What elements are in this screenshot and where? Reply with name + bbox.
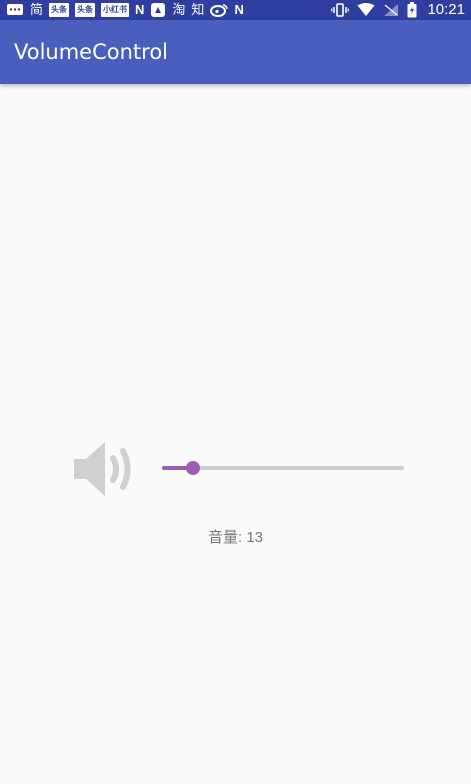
wifi-icon: [357, 2, 375, 18]
vibrate-icon: [331, 2, 350, 18]
app-title: VolumeControl: [14, 40, 169, 64]
system-icons: 10:21: [331, 0, 465, 20]
main-content: 音量: 13: [0, 84, 471, 784]
xiaohongshu-icon: 小红书: [101, 3, 130, 17]
n-icon: N: [135, 2, 145, 17]
toutiao-icon-2: 头条: [75, 3, 96, 17]
status-bar: 简 头条 头条 小红书 N 淘 知 N 10:21: [0, 0, 471, 20]
n-icon-2: N: [234, 2, 244, 17]
app-bar: VolumeControl: [0, 20, 471, 84]
message-icon: [6, 2, 24, 18]
battery-charging-icon: [407, 2, 417, 18]
slider-thumb[interactable]: [186, 461, 200, 475]
no-signal-icon: [383, 2, 399, 18]
zhihu-icon: 知: [191, 2, 205, 17]
clock-time: 10:21: [427, 1, 465, 18]
lock-app-icon: [150, 2, 166, 18]
taobao-icon: 淘: [172, 2, 186, 17]
toutiao-icon: 头条: [49, 3, 70, 17]
app-jian-icon: 简: [30, 2, 44, 17]
volume-speaker-icon[interactable]: [72, 439, 138, 499]
weibo-icon: [210, 2, 229, 18]
volume-level-label: 音量: 13: [207, 529, 264, 546]
notification-icons: 简 头条 头条 小红书 N 淘 知 N: [6, 0, 244, 20]
volume-slider[interactable]: [160, 458, 406, 478]
